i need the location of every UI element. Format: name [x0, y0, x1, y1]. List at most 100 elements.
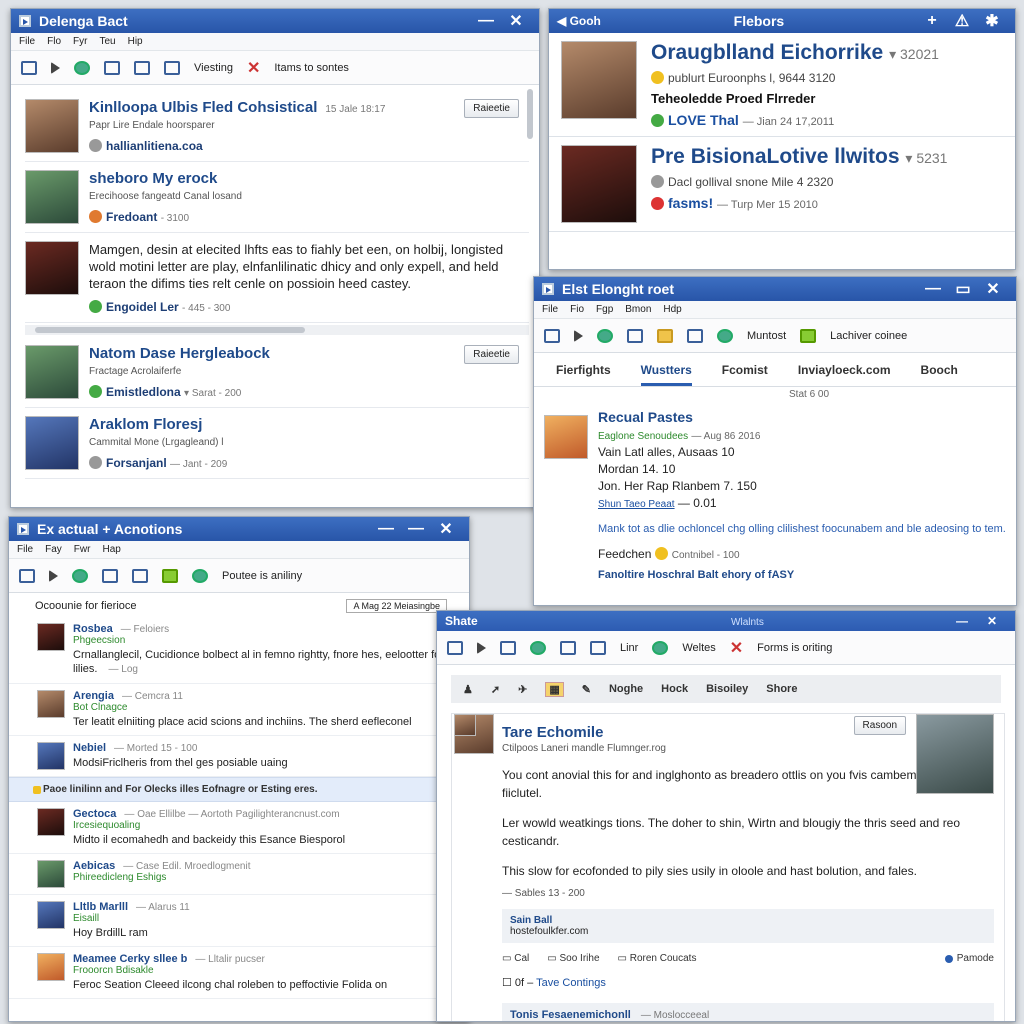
- close-button[interactable]: ✕: [501, 11, 531, 31]
- menu-flo[interactable]: Flo: [47, 36, 61, 47]
- grid-icon[interactable]: [500, 640, 516, 655]
- edit-icon[interactable]: ✎: [582, 683, 591, 696]
- document-icon[interactable]: [164, 60, 180, 75]
- shared-name[interactable]: Sain Ball: [510, 915, 552, 926]
- tab-booch[interactable]: Booch: [921, 363, 958, 377]
- action-bisoiley[interactable]: Bisoiley: [706, 683, 748, 695]
- link-cal[interactable]: ▭ Cal: [502, 953, 529, 964]
- forward-icon[interactable]: [51, 61, 60, 74]
- item-name[interactable]: Kinlloopa Ulbis Fled Cohsistical: [89, 99, 317, 116]
- tab-inviayloeck[interactable]: Inviayloeck.com: [798, 363, 891, 377]
- forward-icon[interactable]: [477, 641, 486, 654]
- toolbar-label-b[interactable]: Lachiver coinee: [830, 330, 907, 342]
- msg-name[interactable]: Rosbea: [73, 623, 113, 635]
- link-soo-irihe[interactable]: ▭ Soo Irihe: [547, 953, 599, 964]
- comment-row[interactable]: ☐ 0f – Tave Contings: [502, 976, 994, 989]
- comment-link[interactable]: Tave Contings: [536, 977, 606, 989]
- item-action-button[interactable]: Raieetie: [464, 99, 519, 118]
- gallery-icon[interactable]: [104, 60, 120, 75]
- menu-fwr[interactable]: Fwr: [74, 544, 91, 555]
- msg-name[interactable]: Aebicas: [73, 860, 115, 872]
- bottom-comment[interactable]: Tonis Fesaenemichonll — Moslocceeal: [454, 714, 994, 1021]
- bird-icon[interactable]: ✈: [518, 683, 527, 696]
- action-hock[interactable]: Hock: [661, 683, 688, 695]
- toolbar-link[interactable]: Linr: [620, 642, 638, 654]
- item-action-button[interactable]: Raieetie: [464, 345, 519, 364]
- warning-icon[interactable]: ⚠: [947, 11, 977, 31]
- item-link[interactable]: hallianlitiena.coa: [106, 139, 203, 153]
- tag-icon[interactable]: [192, 568, 208, 583]
- list-item[interactable]: Mamgen, desin at elecited lhfts eas to f…: [25, 233, 529, 323]
- menu-fgp[interactable]: Fgp: [596, 304, 613, 315]
- back-button[interactable]: ◀ Gooh: [557, 14, 601, 28]
- profile-name[interactable]: Oraugblland Eichorrike: [651, 41, 883, 64]
- bottom-name[interactable]: Tonis Fesaenemichonll: [510, 1009, 631, 1021]
- refresh-icon[interactable]: [530, 640, 546, 655]
- minimize-button[interactable]: —: [471, 12, 501, 30]
- shared-link[interactable]: hostefoulkfer.com: [510, 926, 588, 937]
- list-item[interactable]: Araklom Floresj Cammital Mone (Lrgaglean…: [25, 408, 529, 479]
- refresh-icon[interactable]: [597, 328, 613, 343]
- link-roren[interactable]: ▭ Roren Coucats: [618, 953, 697, 964]
- post-photo[interactable]: [916, 714, 994, 794]
- monitor-icon[interactable]: [447, 640, 463, 655]
- menu-hap[interactable]: Hap: [102, 544, 120, 555]
- list-item[interactable]: Natom Dase Hergleabock Fractage Acrolaif…: [25, 337, 529, 408]
- profile-window-titlebar[interactable]: ◀ Gooh Flebors + ⚠ ✱: [549, 9, 1015, 33]
- list-item[interactable]: Kinlloopa Ulbis Fled Cohsistical 15 Jale …: [25, 91, 529, 162]
- close-button[interactable]: ✕: [431, 519, 461, 539]
- user-icon[interactable]: [74, 60, 90, 75]
- forward-icon[interactable]: [49, 569, 58, 582]
- item-name[interactable]: Araklom Floresj: [89, 416, 529, 433]
- list-item[interactable]: sheboro My erock Erecihoose fangeatd Can…: [25, 162, 529, 233]
- profile-card[interactable]: Oraugblland Eichorrike ▾ 32021 publurt E…: [549, 33, 1015, 137]
- detail-window-titlebar[interactable]: Elst Elonght roet — ▭ ✕: [534, 277, 1016, 301]
- tab-fcomist[interactable]: Fcomist: [722, 363, 768, 377]
- profile-link[interactable]: fasms!: [668, 195, 713, 211]
- detail-link[interactable]: Shun Taeo Peaat: [598, 499, 675, 510]
- toolbar-label-a[interactable]: Muntost: [747, 330, 786, 342]
- action-shore[interactable]: Shore: [766, 683, 797, 695]
- share-icon[interactable]: ➚: [491, 683, 500, 696]
- restore-button[interactable]: —: [401, 520, 431, 538]
- msg-name[interactable]: Lltlb Marlll: [73, 901, 128, 913]
- settings-icon[interactable]: ✱: [977, 11, 1007, 31]
- photo-icon[interactable]: [162, 568, 178, 583]
- monitor-icon[interactable]: [19, 568, 35, 583]
- profile-link[interactable]: LOVE Thal: [668, 112, 739, 128]
- item-meta[interactable]: Forsanjanl: [106, 456, 167, 470]
- edit-icon[interactable]: [560, 640, 576, 655]
- edit-icon[interactable]: [134, 60, 150, 75]
- menu-fio[interactable]: Fio: [570, 304, 584, 315]
- add-icon[interactable]: +: [917, 12, 947, 30]
- user-icon[interactable]: [717, 328, 733, 343]
- list-item[interactable]: Meamee Cerky sllee b — Lltalir pucser Fro…: [9, 947, 469, 999]
- shared-card[interactable]: Sain Ball hostefoulkfer.com: [454, 714, 994, 943]
- image-icon[interactable]: [102, 568, 118, 583]
- gallery-icon[interactable]: [627, 328, 643, 343]
- profile-name[interactable]: Pre BisionaLotive llwitos: [651, 145, 900, 168]
- minimize-button[interactable]: —: [918, 280, 948, 298]
- menu-bmon[interactable]: Bmon: [625, 304, 651, 315]
- list-item[interactable]: Lltlb Marlll — Alarus 11 Eisaill Hoy Brdi…: [9, 895, 469, 947]
- horizontal-scrollbar[interactable]: [25, 325, 529, 335]
- msg-name[interactable]: Meamee Cerky sllee b: [73, 953, 187, 965]
- calendar-icon[interactable]: ▦: [545, 681, 564, 697]
- edit-icon[interactable]: [132, 568, 148, 583]
- minimize-button[interactable]: —: [371, 520, 401, 538]
- edit-icon[interactable]: [687, 328, 703, 343]
- detail-footer[interactable]: Fanoltire Hoschral Balt ehory of fASY: [598, 569, 1006, 581]
- forward-icon[interactable]: [574, 329, 583, 342]
- actions-window-titlebar[interactable]: Ex actual + Acnotions — — ✕: [9, 517, 469, 541]
- minimize-button[interactable]: —: [947, 614, 977, 628]
- list-item[interactable]: Gectoca — Oae Ellilbe — Aortoth Pagilight…: [9, 802, 469, 854]
- list-item[interactable]: Aebicas — Case Edil. Mroedlogmenit Phiree…: [9, 854, 469, 895]
- msg-name[interactable]: Arengia: [73, 690, 114, 702]
- menu-hdp[interactable]: Hdp: [663, 304, 681, 315]
- vertical-scrollbar[interactable]: [527, 89, 533, 139]
- profile-card[interactable]: Pre BisionaLotive llwitos ▾ 5231 Dacl go…: [549, 137, 1015, 232]
- tab-wustters[interactable]: Wustters: [640, 363, 692, 386]
- item-meta[interactable]: Fredoant: [106, 210, 157, 224]
- action-noghe[interactable]: Noghe: [609, 683, 643, 695]
- menu-file[interactable]: File: [19, 36, 35, 47]
